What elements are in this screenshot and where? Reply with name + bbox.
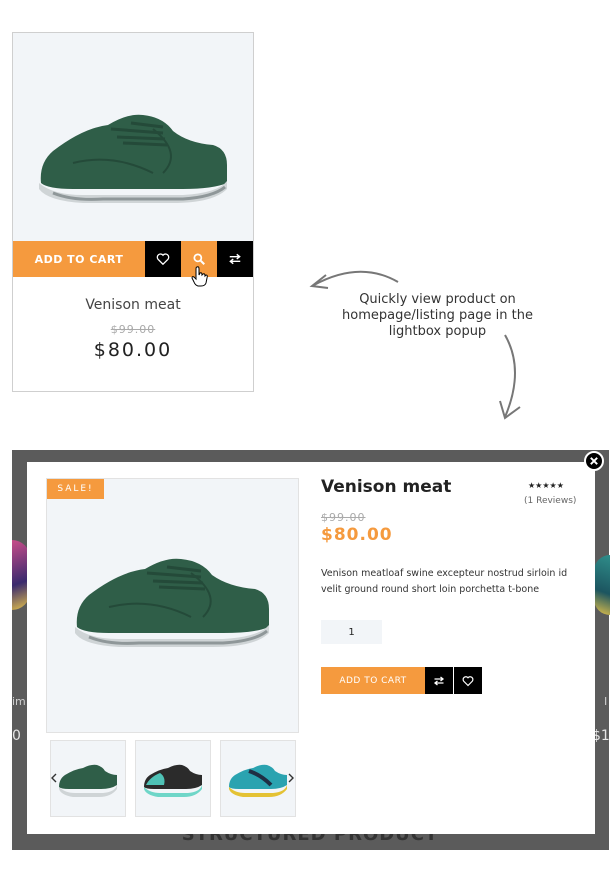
popup-compare-button[interactable] bbox=[425, 667, 453, 694]
compare-icon bbox=[433, 675, 445, 686]
shoe-image bbox=[75, 558, 269, 647]
popup-old-price: $99.00 bbox=[321, 511, 366, 524]
annotation-arrows bbox=[309, 270, 521, 420]
search-icon bbox=[193, 253, 205, 265]
popup-main-image[interactable] bbox=[46, 478, 299, 733]
old-price: $99.00 bbox=[110, 323, 156, 336]
thumbnail-next-button[interactable] bbox=[284, 770, 298, 786]
shoe-image bbox=[39, 114, 227, 203]
quantity-input[interactable] bbox=[321, 620, 382, 644]
product-image[interactable] bbox=[13, 33, 253, 241]
thumbnail-prev-button[interactable] bbox=[47, 770, 61, 786]
chevron-right-icon bbox=[288, 773, 294, 783]
annotation-text: Quickly view product on homepage/listing… bbox=[342, 292, 533, 339]
teal-black-shoe-thumbnail bbox=[144, 764, 202, 797]
background-price-left: 0 bbox=[12, 728, 21, 744]
thumbnail-2[interactable] bbox=[135, 740, 211, 817]
reviews-link[interactable]: (1 Reviews) bbox=[524, 496, 576, 506]
product-title[interactable]: Venison meat bbox=[13, 297, 253, 313]
add-to-cart-button[interactable]: ADD TO CART bbox=[13, 241, 145, 277]
compare-icon bbox=[229, 253, 241, 265]
green-shoe-thumbnail bbox=[59, 764, 117, 797]
page-background bbox=[12, 850, 609, 879]
background-text-left: im bbox=[12, 695, 26, 708]
product-action-bar: ADD TO CART bbox=[13, 241, 253, 287]
compare-button[interactable] bbox=[217, 241, 253, 277]
close-icon bbox=[590, 457, 598, 465]
popup-product-title: Venison meat bbox=[321, 477, 452, 497]
background-product-right bbox=[594, 555, 610, 615]
heart-icon bbox=[462, 675, 474, 686]
sale-badge: SALE! bbox=[47, 479, 104, 499]
rating-stars: ★★★★★ bbox=[528, 481, 564, 490]
popup-price: $80.00 bbox=[321, 525, 393, 545]
close-button[interactable] bbox=[584, 451, 604, 471]
background-text-right: I bbox=[604, 695, 608, 708]
chevron-left-icon bbox=[51, 773, 57, 783]
hand-cursor-icon bbox=[191, 266, 208, 287]
wishlist-button[interactable] bbox=[145, 241, 181, 277]
popup-wishlist-button[interactable] bbox=[454, 667, 482, 694]
popup-description: Venison meatloaf swine excepteur nostrud… bbox=[321, 568, 568, 595]
thumbnail-1[interactable] bbox=[50, 740, 126, 817]
popup-add-to-cart-button[interactable]: ADD TO CART bbox=[321, 667, 425, 694]
price: $80.00 bbox=[93, 339, 173, 361]
heart-icon bbox=[156, 253, 170, 266]
product-card[interactable]: ADD TO CART Venison meat $99.00 $80.00 bbox=[12, 32, 254, 392]
